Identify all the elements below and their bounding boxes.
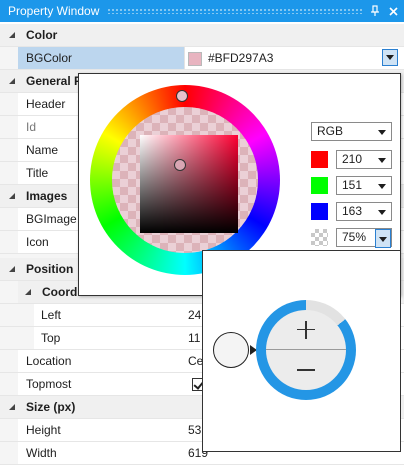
pin-icon[interactable]	[368, 4, 382, 18]
property-name: BGImage	[26, 212, 77, 226]
green-input[interactable]: 151	[336, 176, 392, 195]
collapse-triangle-icon[interactable]	[9, 266, 15, 272]
minus-icon	[297, 369, 315, 371]
color-swatch	[188, 51, 202, 66]
color-model-select[interactable]: RGB	[311, 122, 392, 141]
property-name: Id	[26, 120, 37, 134]
property-name: Location	[26, 354, 72, 368]
chevron-down-icon[interactable]	[378, 158, 386, 163]
property-value[interactable]: 53	[188, 419, 201, 441]
category-label: Size (px)	[26, 400, 76, 414]
category-label: Color	[26, 28, 58, 42]
spinner-knob[interactable]	[213, 332, 249, 368]
chevron-down-icon	[386, 55, 394, 60]
window-title: Property Window	[8, 4, 100, 18]
property-name: Title	[26, 166, 49, 180]
saturation-value-square[interactable]	[140, 135, 238, 233]
color-hex-text: #BFD297A3	[208, 51, 274, 65]
color-value[interactable]: #BFD297A3	[188, 47, 273, 69]
decrement-button[interactable]	[266, 350, 346, 390]
color-wheel[interactable]	[90, 85, 280, 275]
close-icon[interactable]	[386, 4, 400, 18]
green-swatch	[311, 177, 328, 194]
alpha-input[interactable]: 75%	[336, 228, 392, 248]
red-swatch	[311, 151, 328, 168]
collapse-triangle-icon[interactable]	[9, 193, 15, 199]
red-channel: 210	[311, 150, 392, 169]
collapse-triangle-icon[interactable]	[9, 404, 15, 410]
subcategory-label: Coordi	[42, 285, 81, 299]
collapse-triangle-icon[interactable]	[9, 78, 15, 84]
alpha-checker-icon	[311, 229, 328, 246]
property-name: Name	[26, 143, 59, 157]
spinner-buttons	[266, 310, 346, 390]
red-input[interactable]: 210	[336, 150, 392, 169]
alpha-value: 75%	[342, 230, 367, 244]
blue-value: 163	[342, 204, 363, 218]
alpha-spinner-popup	[202, 250, 401, 452]
saturation-value-handle[interactable]	[174, 159, 186, 171]
titlebar-grip[interactable]	[107, 8, 362, 14]
property-name: Icon	[26, 235, 49, 249]
property-name: Left	[41, 308, 62, 322]
alpha-channel: 75%	[311, 228, 392, 248]
collapse-triangle-icon[interactable]	[25, 289, 31, 295]
chevron-down-icon[interactable]	[378, 184, 386, 189]
plus-icon	[297, 320, 315, 339]
property-name: Width	[26, 446, 57, 460]
color-model-value: RGB	[317, 124, 344, 138]
green-channel: 151	[311, 176, 392, 195]
chevron-down-icon[interactable]	[378, 210, 386, 215]
red-value: 210	[342, 152, 363, 166]
category-color[interactable]: Color	[0, 24, 404, 47]
blue-channel: 163	[311, 202, 392, 221]
hue-handle[interactable]	[176, 90, 188, 102]
collapse-triangle-icon[interactable]	[9, 32, 15, 38]
alpha-spinner-button[interactable]	[375, 229, 391, 248]
chevron-down-icon	[378, 130, 386, 135]
property-row-bgcolor[interactable]: BGColor #BFD297A3	[0, 47, 404, 70]
chevron-down-icon	[379, 237, 387, 242]
category-label: Position	[26, 262, 74, 276]
property-value[interactable]: 11	[188, 327, 200, 349]
property-name: BGColor	[26, 51, 73, 65]
category-label: Images	[26, 189, 68, 203]
property-window-titlebar: Property Window	[0, 0, 404, 22]
property-name: Top	[41, 331, 61, 345]
property-name: Topmost	[26, 377, 72, 391]
property-name: Height	[26, 423, 61, 437]
blue-input[interactable]: 163	[336, 202, 392, 221]
green-value: 151	[342, 178, 363, 192]
property-name: Header	[26, 97, 66, 111]
category-label: General F	[26, 74, 82, 88]
blue-swatch	[311, 203, 328, 220]
property-value[interactable]: 24	[188, 304, 201, 326]
color-dropdown-button[interactable]	[382, 49, 398, 66]
increment-button[interactable]	[266, 310, 346, 350]
value-ring[interactable]	[256, 300, 356, 400]
